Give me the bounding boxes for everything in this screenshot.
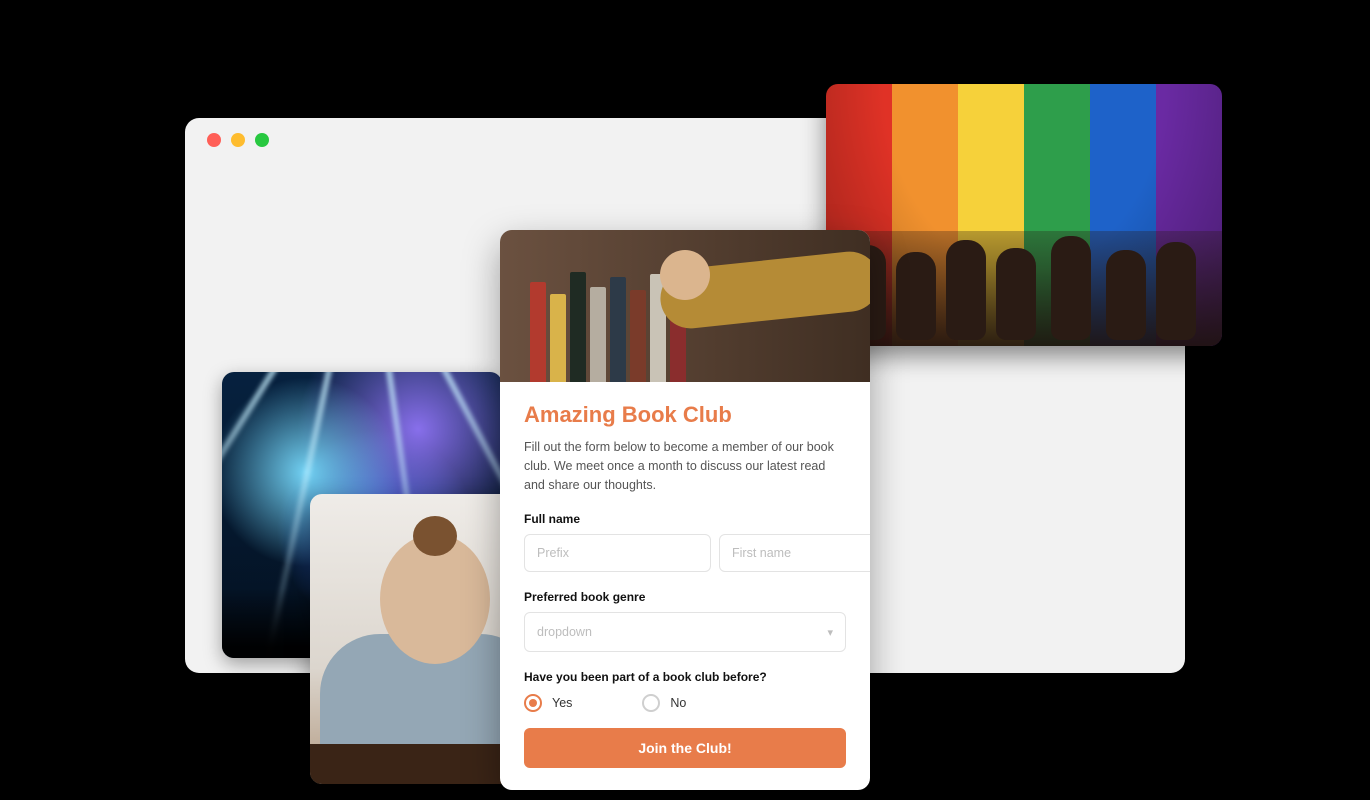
chevron-down-icon: ▾: [827, 626, 833, 639]
image-card-rainbow: [826, 84, 1222, 346]
prior-club-label: Have you been part of a book club before…: [524, 670, 846, 684]
submit-button[interactable]: Join the Club!: [524, 728, 846, 768]
first-name-field[interactable]: [719, 534, 870, 572]
form-description: Fill out the form below to become a memb…: [524, 438, 846, 494]
form-title: Amazing Book Club: [524, 402, 846, 428]
window-minimize-button[interactable]: [231, 133, 245, 147]
genre-placeholder: dropdown: [537, 625, 592, 639]
radio-yes-indicator: [524, 694, 542, 712]
window-maximize-button[interactable]: [255, 133, 269, 147]
genre-label: Preferred book genre: [524, 590, 846, 604]
prefix-field[interactable]: [524, 534, 711, 572]
full-name-label: Full name: [524, 512, 846, 526]
window-close-button[interactable]: [207, 133, 221, 147]
signup-form-card: Amazing Book Club Fill out the form belo…: [500, 230, 870, 790]
radio-yes-label: Yes: [552, 696, 572, 710]
genre-select[interactable]: dropdown ▾: [524, 612, 846, 652]
radio-no[interactable]: No: [642, 694, 686, 712]
radio-no-label: No: [670, 696, 686, 710]
radio-no-indicator: [642, 694, 660, 712]
form-hero-image: [500, 230, 870, 382]
radio-yes[interactable]: Yes: [524, 694, 572, 712]
